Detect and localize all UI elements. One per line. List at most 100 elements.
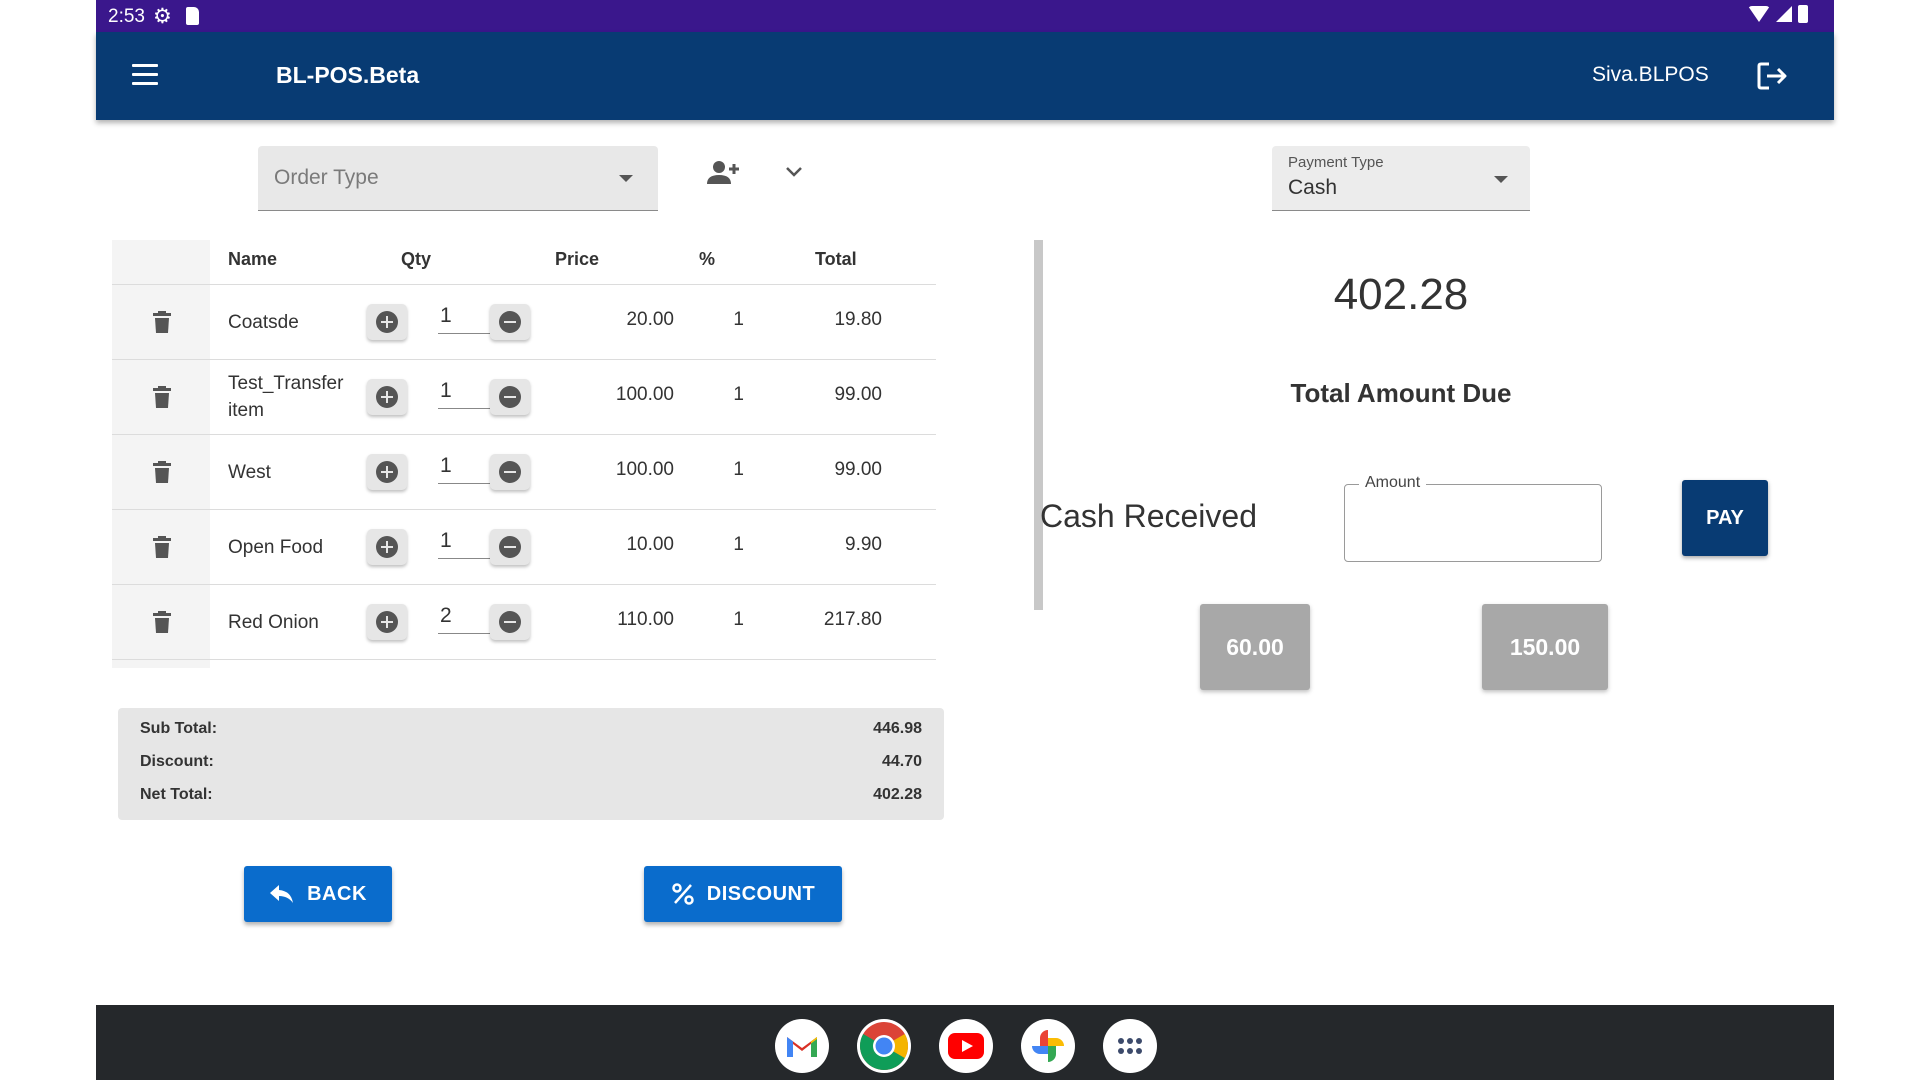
decrease-qty-button[interactable] — [490, 379, 530, 415]
delete-icon[interactable] — [152, 460, 172, 484]
status-icons — [1748, 5, 1808, 23]
pay-button[interactable]: PAY — [1682, 480, 1768, 556]
app-bar: BL-POS.Beta Siva.BLPOS — [96, 32, 1834, 120]
battery-icon — [1798, 5, 1808, 23]
dropdown-arrow-icon — [1494, 176, 1508, 183]
payment-type-select[interactable]: Payment Type Cash — [1272, 146, 1530, 211]
item-price: 20.00 — [626, 309, 674, 330]
minus-icon — [499, 386, 521, 408]
item-total: 9.90 — [845, 534, 882, 555]
minus-icon — [499, 311, 521, 333]
minus-icon — [499, 536, 521, 558]
delete-icon[interactable] — [152, 610, 172, 634]
item-total: 99.00 — [834, 384, 882, 405]
percent-icon — [672, 883, 694, 905]
plus-icon — [376, 536, 398, 558]
add-customer-icon[interactable] — [706, 158, 740, 188]
item-percent: 1 — [733, 459, 744, 480]
back-arrow-icon — [270, 885, 294, 903]
decrease-qty-button[interactable] — [490, 604, 530, 640]
table-header: Name Qty Price % Total — [112, 240, 936, 285]
back-button-label: BACK — [307, 882, 367, 905]
qty-input[interactable] — [438, 449, 498, 484]
amount-input-label: Amount — [1359, 474, 1427, 492]
chrome-icon[interactable] — [857, 1019, 911, 1073]
chevron-down-icon[interactable] — [782, 160, 806, 184]
item-price: 110.00 — [617, 609, 674, 630]
increase-qty-button[interactable] — [367, 304, 407, 340]
item-price: 100.00 — [615, 459, 674, 480]
youtube-icon[interactable] — [939, 1019, 993, 1073]
cash-received-label: Cash Received — [1040, 498, 1257, 534]
qty-input[interactable] — [438, 599, 498, 634]
photos-icon[interactable] — [1021, 1019, 1075, 1073]
status-bar: 2:53 ⚙ — [96, 0, 1834, 32]
logout-icon[interactable] — [1756, 60, 1790, 92]
qty-input[interactable] — [438, 299, 498, 334]
menu-icon[interactable] — [132, 64, 158, 86]
amount-due-label: Total Amount Due — [1290, 378, 1512, 408]
sd-card-icon — [186, 7, 199, 25]
plus-icon — [376, 611, 398, 633]
decrease-qty-button[interactable] — [490, 529, 530, 565]
item-percent: 1 — [733, 534, 744, 555]
net-total-value: 402.28 — [873, 786, 922, 803]
item-price: 100.00 — [615, 384, 674, 405]
item-name: Test_Transfer item — [228, 373, 344, 421]
header-name: Name — [228, 249, 278, 269]
delete-icon[interactable] — [152, 310, 172, 334]
increase-qty-button[interactable] — [367, 529, 407, 565]
app-launcher-icon[interactable] — [1103, 1019, 1157, 1073]
signal-icon — [1776, 6, 1792, 22]
plus-icon — [376, 311, 398, 333]
table-row: Open Food 10.00 1 9.90 — [112, 510, 936, 585]
item-price: 10.00 — [626, 534, 674, 555]
increase-qty-button[interactable] — [367, 454, 407, 490]
order-type-placeholder: Order Type — [274, 166, 379, 189]
sub-total-label: Sub Total: — [140, 720, 218, 737]
taskbar — [96, 1005, 1834, 1080]
minus-icon — [499, 611, 521, 633]
sub-total-value: 446.98 — [873, 720, 922, 737]
wifi-icon — [1748, 6, 1770, 22]
net-total-label: Net Total: — [140, 786, 213, 803]
item-total: 19.80 — [834, 309, 882, 330]
delete-icon[interactable] — [152, 535, 172, 559]
quick-amount-button[interactable]: 150.00 — [1482, 604, 1608, 690]
totals-panel: Sub Total: 446.98 Discount: 44.70 Net To… — [118, 708, 944, 820]
dropdown-arrow-icon — [619, 175, 633, 182]
payment-type-value: Cash — [1288, 176, 1338, 199]
minus-icon — [499, 461, 521, 483]
user-name: Siva.BLPOS — [1592, 63, 1709, 86]
item-percent: 1 — [733, 309, 744, 330]
header-price: Price — [555, 249, 600, 269]
pos-app: 2:53 ⚙ BL-POS.Beta Siva.BLPOS Order Type… — [96, 0, 1834, 1080]
item-total: 99.00 — [834, 459, 882, 480]
item-name: Red Onion — [228, 611, 319, 633]
increase-qty-button[interactable] — [367, 379, 407, 415]
decrease-qty-button[interactable] — [490, 454, 530, 490]
discount-button[interactable]: DISCOUNT — [644, 866, 842, 922]
increase-qty-button[interactable] — [367, 604, 407, 640]
qty-input[interactable] — [438, 374, 498, 409]
header-percent: % — [699, 249, 716, 269]
item-name: Coatsde — [228, 311, 299, 333]
table-scrollbar[interactable] — [1034, 240, 1043, 610]
item-total: 217.80 — [823, 609, 882, 630]
order-type-select[interactable]: Order Type — [258, 146, 658, 211]
plus-icon — [376, 461, 398, 483]
gmail-icon[interactable] — [775, 1019, 829, 1073]
amount-input[interactable]: Amount — [1344, 474, 1602, 562]
table-row: Test_Transfer item 100.00 1 99.00 — [112, 360, 936, 435]
quick-amount-button[interactable]: 60.00 — [1200, 604, 1310, 690]
qty-input[interactable] — [438, 524, 498, 559]
item-name: West — [228, 461, 271, 483]
delete-icon[interactable] — [152, 385, 172, 409]
back-button[interactable]: BACK — [244, 866, 392, 922]
settings-gear-icon: ⚙ — [153, 5, 172, 28]
table-row: Coatsde 20.00 1 19.80 — [112, 285, 936, 360]
discount-label: Discount: — [140, 753, 214, 770]
decrease-qty-button[interactable] — [490, 304, 530, 340]
order-items-table: Name Qty Price % Total Coatsde 20.00 1 1… — [112, 240, 936, 668]
status-time: 2:53 — [108, 6, 145, 27]
